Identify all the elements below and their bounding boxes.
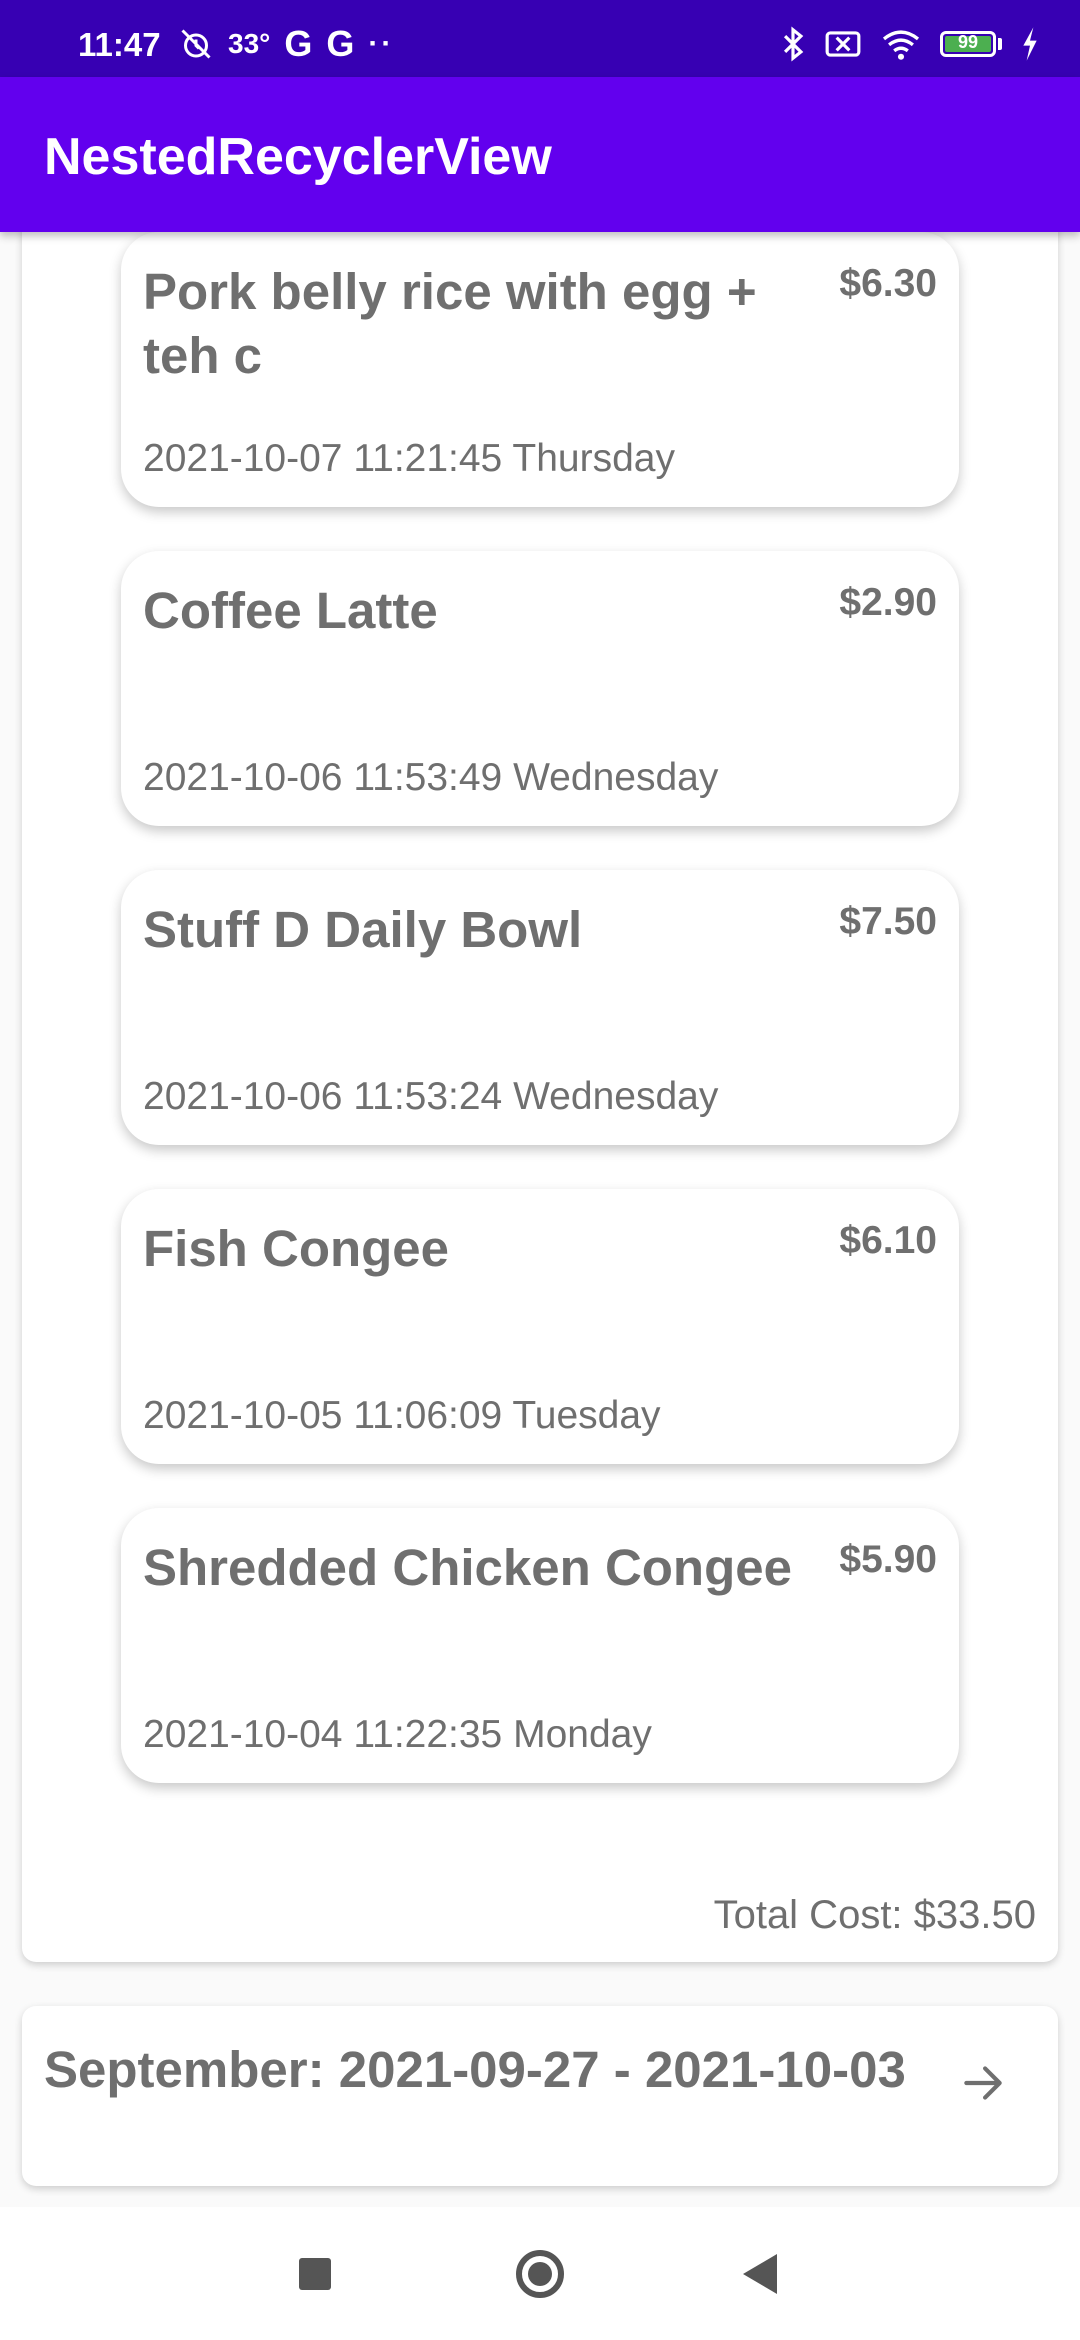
expense-date: 2021-10-07 11:21:45 Thursday [143,437,675,480]
expense-price: $6.10 [839,1219,937,1262]
recents-square-icon [299,2257,331,2290]
home-circle-icon [516,2249,564,2298]
expense-name: Stuff D Daily Bowl [143,901,583,958]
week-card: Pork belly rice with egg + teh c $6.30 2… [22,232,1058,1962]
status-icons-left: 33° G G ·· [178,23,395,64]
status-icons-right: 99 [780,22,1040,66]
status-time: 11:47 [78,26,161,63]
expense-price: $7.50 [839,900,937,943]
app-bar: NestedRecyclerView [0,77,1080,232]
expense-price: $6.30 [839,262,937,305]
status-bar: 11:47 33° G G ·· 99 [0,0,1080,77]
week-card[interactable]: September: 2021-09-27 - 2021-10-03 [22,2006,1058,2186]
recents-button[interactable] [245,2207,385,2340]
home-button[interactable] [470,2207,610,2340]
expense-name: Shredded Chicken Congee [143,1539,792,1596]
alarm-off-icon [181,29,211,59]
expense-price: $2.90 [839,581,937,624]
wifi-icon [882,30,920,60]
app-title: NestedRecyclerView [44,128,552,186]
expense-card[interactable]: Fish Congee $6.10 2021-10-05 11:06:09 Tu… [121,1189,959,1464]
expense-card[interactable]: Stuff D Daily Bowl $7.50 2021-10-06 11:5… [121,870,959,1145]
navigation-bar [0,2207,1080,2340]
bluetooth-icon [783,26,804,62]
week-title: September: 2021-09-27 - 2021-10-03 [44,2041,906,2098]
expense-name: Coffee Latte [143,582,438,639]
expense-name: Pork belly rice with egg + teh c [143,263,757,384]
expense-price: $5.90 [839,1538,937,1581]
expense-card[interactable]: Coffee Latte $2.90 2021-10-06 11:53:49 W… [121,551,959,826]
expense-date: 2021-10-04 11:22:35 Monday [143,1713,652,1756]
expense-name: Fish Congee [143,1220,450,1277]
google-icon: G [326,23,355,64]
sim-off-icon [825,31,861,57]
charging-icon [1023,27,1037,61]
google-icon: G [284,23,313,64]
expense-card[interactable]: Shredded Chicken Congee $5.90 2021-10-04… [121,1508,959,1783]
expense-list[interactable]: Pork belly rice with egg + teh c $6.30 2… [0,232,1080,2207]
arrow-right-icon[interactable] [958,2058,1008,2108]
temperature-text: 33° [228,28,271,59]
expense-date: 2021-10-06 11:53:49 Wednesday [143,756,719,799]
battery-tip [998,38,1002,50]
battery-icon: 99 [940,31,996,57]
expense-card[interactable]: Pork belly rice with egg + teh c $6.30 2… [121,232,959,507]
back-button[interactable] [690,2207,830,2340]
more-notifications-icon: ·· [368,27,395,60]
expense-date: 2021-10-06 11:53:24 Wednesday [143,1075,719,1118]
total-cost: Total Cost: $33.50 [713,1893,1036,1937]
expense-date: 2021-10-05 11:06:09 Tuesday [143,1394,661,1437]
battery-level: 99 [957,32,979,52]
back-triangle-icon [743,2253,777,2294]
